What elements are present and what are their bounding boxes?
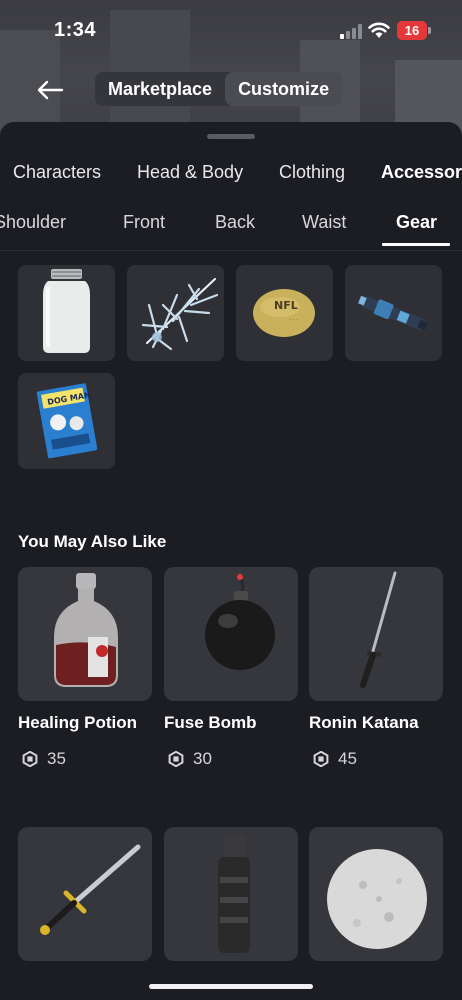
recommendation-tile-stone-ball[interactable] — [309, 827, 443, 961]
category-tab-clothing[interactable]: Clothing — [279, 162, 345, 183]
robux-icon — [22, 751, 38, 767]
category-tab-head-body[interactable]: Head & Body — [137, 162, 243, 183]
battery-level: 16 — [397, 21, 427, 40]
ice-crystal-icon — [141, 277, 219, 351]
subtab-waist[interactable]: Waist — [302, 212, 346, 233]
robux-icon — [168, 751, 184, 767]
category-tab-accessories[interactable]: Accessories — [381, 162, 462, 183]
wifi-icon — [368, 22, 390, 38]
blaster-icon — [358, 295, 428, 331]
recommendation-name-fuse-bomb: Fuse Bomb — [164, 713, 257, 732]
gear-item-jar[interactable] — [18, 265, 115, 361]
subcategory-tabs: Shoulder Front Back Waist Gear — [0, 210, 462, 250]
top-tabs: Marketplace Customize — [95, 72, 343, 106]
tab-marketplace[interactable]: Marketplace — [95, 72, 225, 106]
subtab-gear[interactable]: Gear — [396, 212, 437, 233]
robux-icon — [313, 751, 329, 767]
battery-icon: 16 — [397, 21, 431, 40]
recommendation-tile-ronin-katana[interactable] — [309, 567, 443, 701]
status-bar: 1:34 16 — [0, 0, 462, 60]
sheet-drag-handle[interactable] — [207, 134, 255, 139]
recommendation-tile-sword[interactable] — [18, 827, 152, 961]
subtab-back[interactable]: Back — [215, 212, 255, 233]
divider — [0, 250, 462, 251]
potion-icon — [54, 573, 118, 687]
svg-text:NFL: NFL — [274, 299, 298, 312]
recommendation-name-healing-potion: Healing Potion — [18, 713, 137, 732]
subtab-shoulder[interactable]: Shoulder — [0, 212, 66, 233]
price-value: 35 — [47, 749, 66, 768]
recommendation-tile-healing-potion[interactable] — [18, 567, 152, 701]
home-indicator[interactable] — [149, 984, 313, 989]
recommendation-tile-launcher[interactable] — [164, 827, 298, 961]
category-tabs: Characters Head & Body Clothing Accessor… — [0, 162, 462, 194]
book-icon: DOG MAN — [36, 383, 98, 459]
gear-item-blaster[interactable] — [345, 265, 442, 361]
price-value: 30 — [193, 749, 212, 768]
status-time: 1:34 — [54, 19, 97, 41]
price-value: 45 — [338, 749, 357, 768]
gear-item-football[interactable]: NFL · · · — [236, 265, 333, 361]
bomb-icon — [205, 574, 275, 670]
recommendation-tile-fuse-bomb[interactable] — [164, 567, 298, 701]
rocket-launcher-icon — [218, 835, 250, 953]
gear-item-crystal[interactable] — [127, 265, 224, 361]
recommendation-price-healing-potion: 35 — [22, 749, 66, 769]
gear-item-book[interactable]: DOG MAN — [18, 373, 115, 469]
recommendation-price-ronin-katana: 45 — [313, 749, 357, 769]
tab-customize[interactable]: Customize — [225, 72, 343, 106]
section-title-recommendations: You May Also Like — [18, 532, 167, 551]
football-icon: NFL · · · — [253, 289, 315, 337]
active-tab-indicator — [382, 243, 450, 246]
back-button[interactable] — [30, 72, 70, 108]
category-tab-characters[interactable]: Characters — [13, 162, 101, 183]
glass-jar-icon — [43, 269, 90, 353]
recommendation-price-fuse-bomb: 30 — [168, 749, 212, 769]
svg-text:· · ·: · · · — [290, 317, 298, 323]
recommendation-name-ronin-katana: Ronin Katana — [309, 713, 419, 732]
stone-ball-icon — [327, 849, 427, 949]
subtab-front[interactable]: Front — [123, 212, 165, 233]
sword-icon — [40, 844, 141, 935]
katana-icon — [360, 571, 397, 688]
cellular-signal-icon — [340, 23, 364, 39]
arrow-left-icon — [37, 80, 64, 100]
